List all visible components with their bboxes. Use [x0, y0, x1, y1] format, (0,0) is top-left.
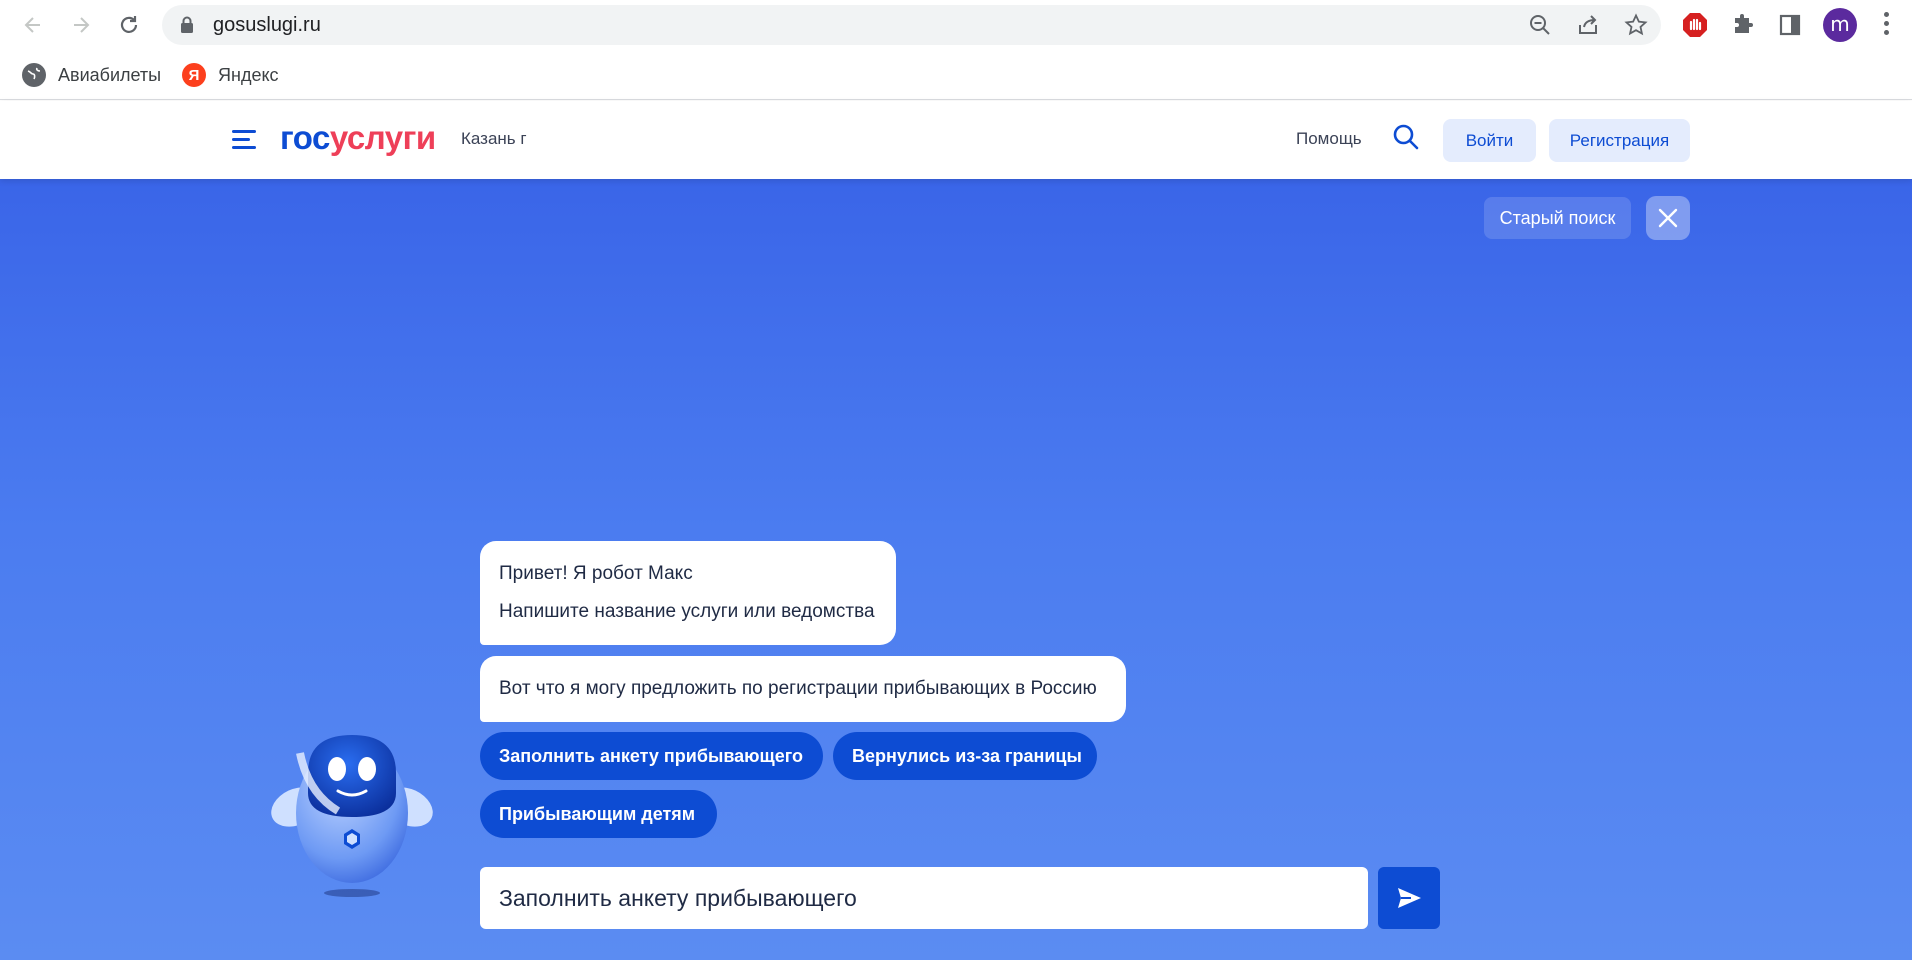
- robot-search-area: Старый поиск Привет! Я робот Макс Напиши…: [0, 179, 1912, 960]
- robot-maks-icon: [271, 735, 433, 897]
- back-button[interactable]: [16, 8, 50, 42]
- share-icon[interactable]: [1576, 13, 1600, 37]
- city-selector[interactable]: Казань г: [461, 129, 527, 149]
- chip-arriving-children[interactable]: Прибывающим детям: [480, 790, 717, 838]
- puzzle-extensions-icon[interactable]: [1730, 12, 1756, 38]
- chip-fill-arrival-form[interactable]: Заполнить анкету прибывающего: [480, 732, 823, 780]
- side-panel-icon[interactable]: [1777, 12, 1803, 38]
- arrow-right-icon: [74, 17, 90, 33]
- reload-icon: [120, 16, 138, 33]
- send-icon: [1398, 888, 1421, 908]
- arrow-left-icon: [24, 17, 40, 33]
- menu-burger-icon[interactable]: [232, 128, 258, 152]
- lock-icon: [181, 16, 193, 33]
- old-search-button[interactable]: Старый поиск: [1484, 197, 1631, 239]
- bookmarks-bar: Авиабилеты Я Яндекс: [0, 50, 1912, 100]
- login-button[interactable]: Войти: [1443, 119, 1536, 162]
- bookmark-label: Авиабилеты: [58, 64, 162, 85]
- bookmark-label: Яндекс: [218, 64, 279, 85]
- robot-greeting-bubble: Привет! Я робот Макс Напишите название у…: [480, 541, 896, 645]
- close-button[interactable]: [1646, 196, 1690, 240]
- send-button[interactable]: [1378, 867, 1440, 929]
- chip-returned-from-abroad[interactable]: Вернулись из-за границы: [833, 732, 1097, 780]
- browser-toolbar: gosuslugi.ru m: [0, 0, 1912, 50]
- greeting-line: Привет! Я робот Макс: [499, 563, 693, 584]
- yandex-icon: Я: [182, 63, 206, 87]
- url-text: gosuslugi.ru: [213, 14, 321, 36]
- menu-kebab-icon[interactable]: [1880, 12, 1892, 38]
- forward-button[interactable]: [64, 8, 98, 42]
- profile-avatar[interactable]: m: [1823, 8, 1857, 42]
- robot-suggestion-bubble: Вот что я могу предложить по регистрации…: [480, 656, 1126, 722]
- bookmark-yandex[interactable]: Я Яндекс: [182, 62, 279, 88]
- globe-icon: [22, 63, 46, 87]
- chat-input-field[interactable]: Заполнить анкету прибывающего: [480, 867, 1368, 929]
- zoom-out-icon[interactable]: [1528, 13, 1552, 37]
- address-bar[interactable]: gosuslugi.ru: [162, 5, 1661, 45]
- gosuslugi-logo[interactable]: госуслуги: [280, 119, 436, 157]
- adblock-extension-icon[interactable]: [1682, 12, 1708, 38]
- reload-button[interactable]: [112, 8, 146, 42]
- greeting-hint: Напишите название услуги или ведомства: [499, 601, 875, 622]
- star-icon[interactable]: [1624, 13, 1648, 37]
- close-icon: [1658, 208, 1678, 228]
- site-header: госуслуги Казань г Помощь Войти Регистра…: [0, 101, 1912, 179]
- search-icon[interactable]: [1392, 123, 1420, 151]
- register-button[interactable]: Регистрация: [1549, 119, 1690, 162]
- help-link[interactable]: Помощь: [1296, 129, 1362, 149]
- bookmark-aviabilety[interactable]: Авиабилеты: [22, 62, 161, 88]
